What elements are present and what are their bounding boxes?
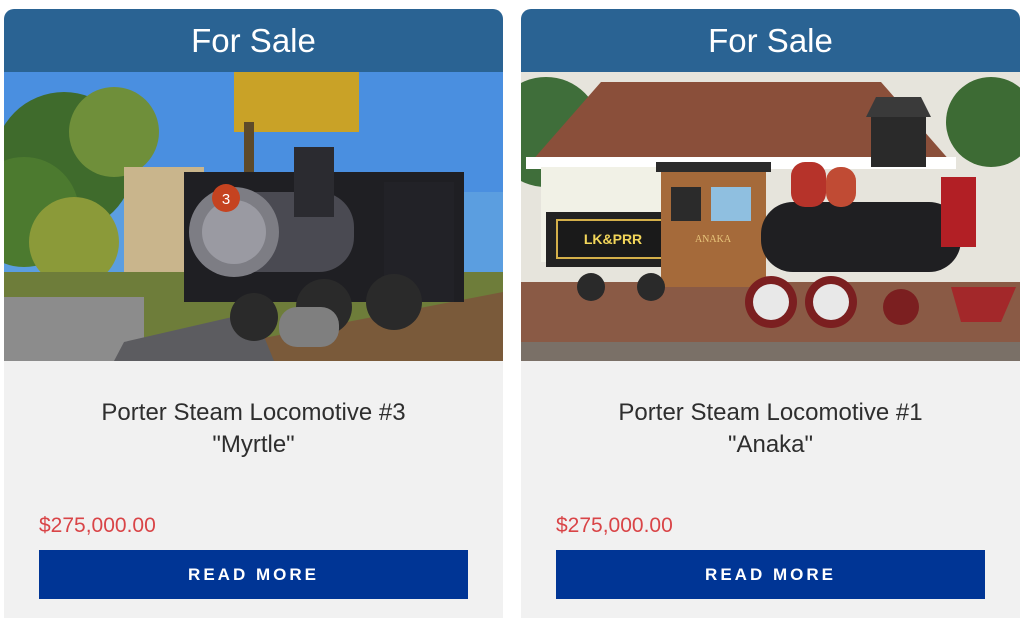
locomotive-photo-anaka[interactable]: LK&PRR ANAKA [521, 72, 1020, 361]
locomotive-photo-myrtle[interactable]: 3 [4, 72, 503, 361]
title-line-1: Porter Steam Locomotive #3 [101, 399, 406, 426]
read-more-button[interactable]: READ MORE [556, 550, 985, 599]
listing-price: $275,000.00 [39, 514, 156, 537]
listing-title: Porter Steam Locomotive #1 "Anaka" [521, 397, 1020, 461]
steam-locomotive-3-photo: 3 [4, 72, 503, 361]
listing-title: Porter Steam Locomotive #3 "Myrtle" [4, 397, 503, 461]
for-sale-banner: For Sale [521, 9, 1020, 72]
title-line-2: "Myrtle" [212, 431, 295, 458]
listing-card-anaka[interactable]: For Sale LK&PRR ANAKA Porter Steam Locom… [521, 9, 1020, 618]
listing-cards: For Sale 3 Porter Steam Locomotive #3 "M… [0, 0, 1024, 618]
steam-locomotive-1-photo: LK&PRR ANAKA [521, 72, 1020, 361]
listing-card-myrtle[interactable]: For Sale 3 Porter Steam Locomotive #3 "M… [4, 9, 503, 618]
title-line-2: "Anaka" [727, 431, 814, 458]
for-sale-banner: For Sale [4, 9, 503, 72]
title-line-1: Porter Steam Locomotive #1 [618, 399, 923, 426]
tender-sign: LK&PRR [584, 231, 642, 247]
number-plate: 3 [222, 191, 230, 208]
cab-sign: ANAKA [695, 234, 732, 245]
listing-price: $275,000.00 [556, 514, 673, 537]
read-more-button[interactable]: READ MORE [39, 550, 468, 599]
